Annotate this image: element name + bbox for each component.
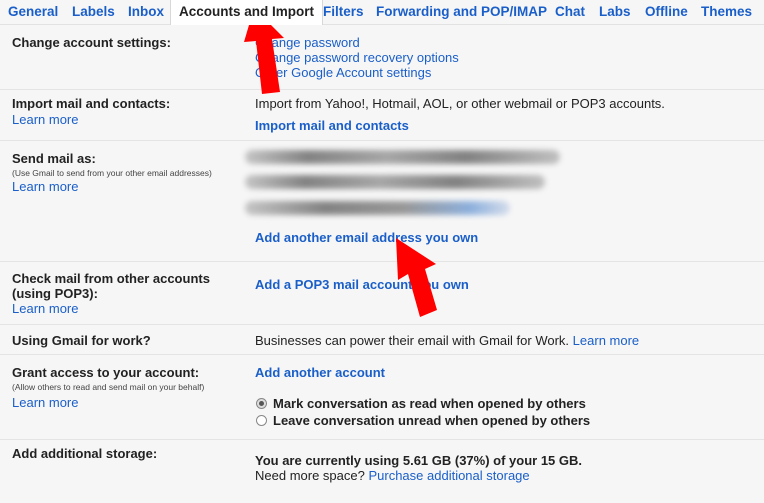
tab-filters[interactable]: Filters [323,0,364,24]
add-email-address-link[interactable]: Add another email address you own [255,230,478,245]
account-settings-label: Change account settings: [12,35,171,50]
redacted-address-1 [245,150,560,164]
redacted-address-3 [245,201,510,215]
tab-accounts-and-import[interactable]: Accounts and Import [170,0,324,25]
tab-labels[interactable]: Labels [72,0,115,24]
gmail-for-work-learn-more-link[interactable]: Learn more [573,333,639,348]
gmail-for-work-label: Using Gmail for work? [12,333,151,348]
section-grant-access: Grant access to your account: (Allow oth… [0,355,764,440]
mark-read-radio[interactable] [256,398,267,409]
tab-labs[interactable]: Labs [599,0,631,24]
import-description: Import from Yahoo!, Hotmail, AOL, or oth… [255,96,665,111]
section-import: Import mail and contacts: Learn more Imp… [0,90,764,141]
section-check-mail: Check mail from other accounts (using PO… [0,262,764,325]
tab-offline[interactable]: Offline [645,0,688,24]
leave-unread-label[interactable]: Leave conversation unread when opened by… [273,413,590,428]
redacted-address-2 [245,175,545,189]
tab-chat[interactable]: Chat [555,0,585,24]
check-mail-label: Check mail from other accounts [12,271,210,286]
check-mail-learn-more-link[interactable]: Learn more [12,301,78,316]
gmail-for-work-description: Businesses can power their email with Gm… [255,333,570,348]
settings-content: Change account settings: Change password… [0,25,764,503]
grant-access-label: Grant access to your account: [12,365,200,380]
need-more-space-text: Need more space? [255,468,365,483]
mark-read-label[interactable]: Mark conversation as read when opened by… [273,396,586,411]
tab-themes[interactable]: Themes [701,0,752,24]
tab-inbox[interactable]: Inbox [128,0,164,24]
purchase-storage-link[interactable]: Purchase additional storage [368,468,529,483]
section-account-settings: Change account settings: Change password… [0,25,764,90]
send-as-learn-more-link[interactable]: Learn more [12,179,78,194]
storage-label: Add additional storage: [12,446,158,461]
gmail-for-work-text: Businesses can power their email with Gm… [255,333,639,348]
section-storage: Add additional storage: You are currentl… [0,440,764,503]
import-learn-more-link[interactable]: Learn more [12,112,78,127]
storage-usage: You are currently using 5.61 GB (37%) of… [255,453,583,468]
grant-access-subtext: (Allow others to read and send mail on y… [12,382,205,392]
tab-forwarding-pop-imap[interactable]: Forwarding and POP/IMAP [376,0,547,24]
storage-need-more: Need more space? Purchase additional sto… [255,468,530,483]
section-send-mail-as: Send mail as: (Use Gmail to send from yo… [0,141,764,262]
annotation-arrow-down-icon [396,238,437,317]
settings-tabs: General Labels Inbox Accounts and Import… [0,0,764,25]
check-mail-label-line2: (using POP3): [12,286,98,301]
send-mail-as-subtext: (Use Gmail to send from your other email… [12,168,212,178]
add-another-account-link[interactable]: Add another account [255,365,385,380]
import-mail-contacts-link[interactable]: Import mail and contacts [255,118,409,133]
grant-learn-more-link[interactable]: Learn more [12,395,78,410]
section-gmail-for-work: Using Gmail for work? Businesses can pow… [0,325,764,355]
import-label: Import mail and contacts: [12,96,171,111]
tab-general[interactable]: General [8,0,58,24]
leave-unread-radio[interactable] [256,415,267,426]
send-mail-as-label: Send mail as: [12,151,96,166]
